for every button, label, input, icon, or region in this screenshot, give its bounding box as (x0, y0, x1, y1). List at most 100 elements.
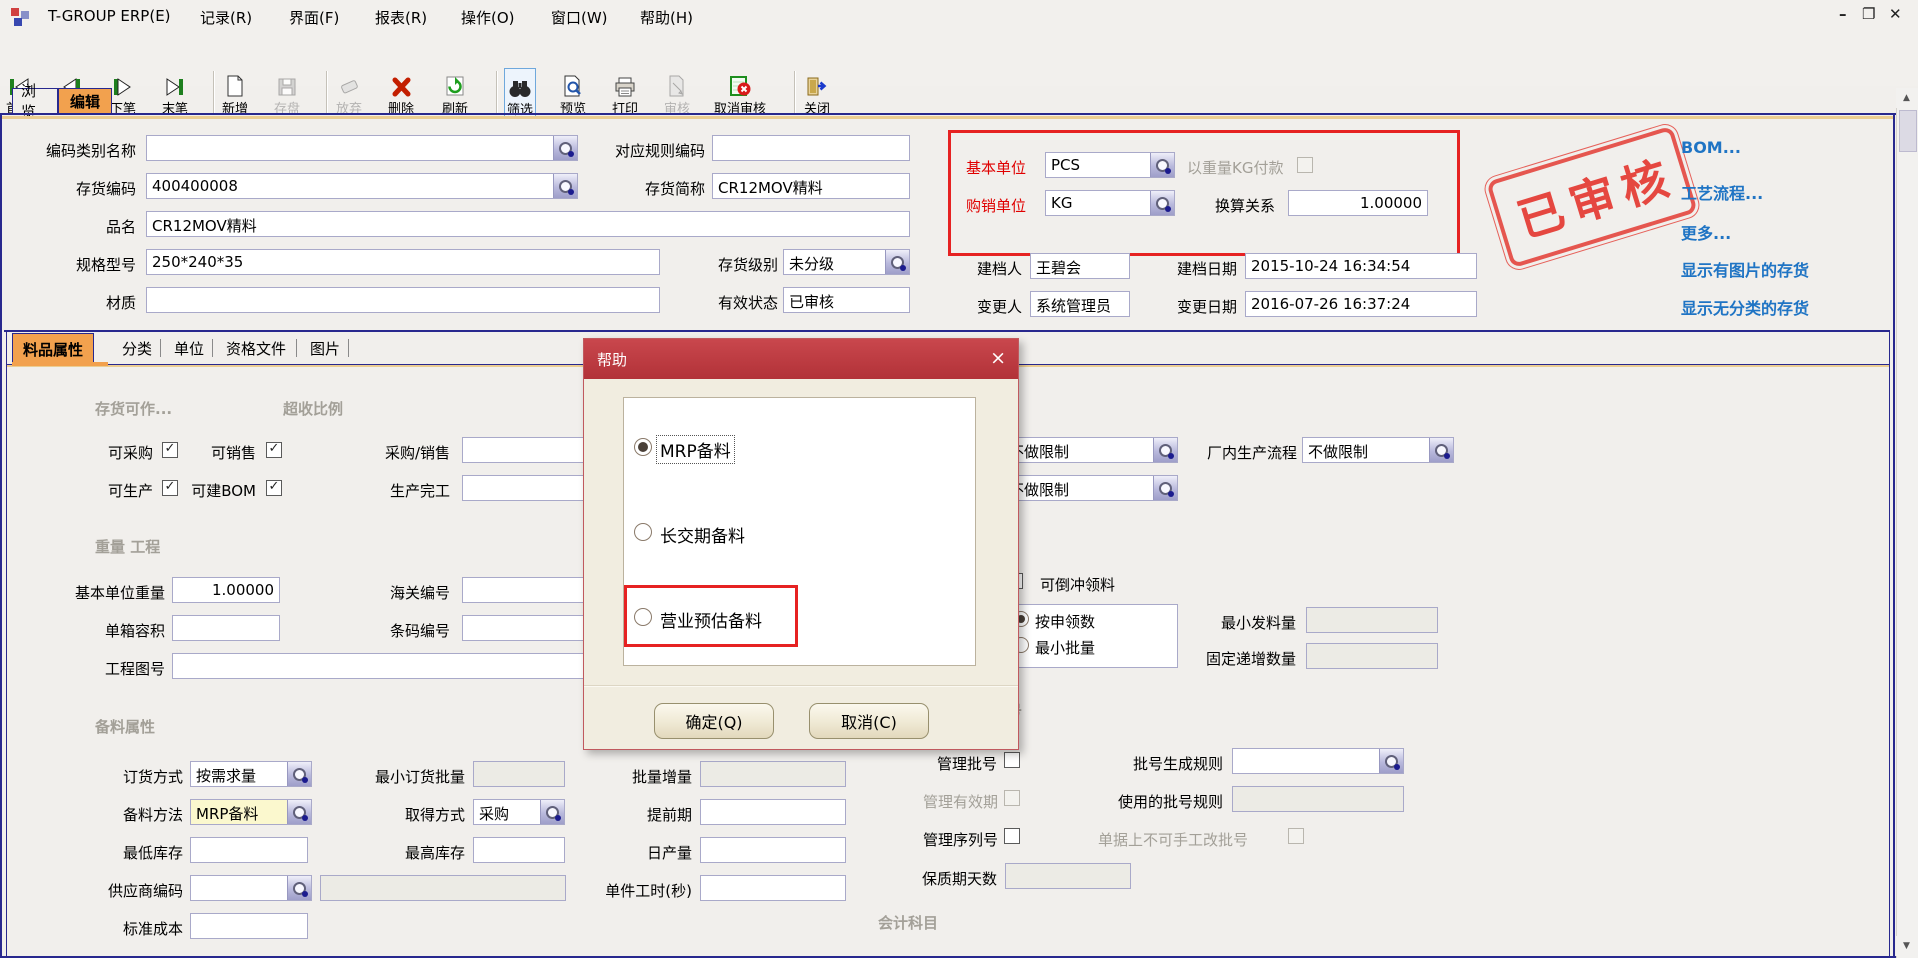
lookup-button[interactable] (287, 800, 311, 824)
producible-checkbox[interactable] (162, 480, 178, 496)
lookup-button[interactable] (553, 136, 577, 160)
unit-hours-field[interactable] (700, 875, 846, 901)
lookup-button[interactable] (553, 174, 577, 198)
dialog-close-icon[interactable]: × (990, 347, 1006, 369)
toolbar-cancel-audit-button[interactable]: 取消审核 (712, 68, 768, 117)
prep-method-field[interactable]: MRP备料 (190, 799, 312, 825)
toolbar-delete-button[interactable]: 删除 (386, 68, 416, 117)
acquire-mode-field[interactable]: 采购 (473, 799, 565, 825)
box-volume-field[interactable] (172, 615, 280, 641)
manage-serial-checkbox[interactable] (1004, 828, 1020, 844)
batch-rule-label: 批号生成规则 (1116, 753, 1223, 774)
vertical-scrollbar[interactable] (1896, 88, 1918, 958)
item-name-field[interactable]: CR12MOV精料 (146, 211, 910, 237)
can-bom-checkbox[interactable] (266, 480, 282, 496)
minimize-button[interactable]: – (1839, 5, 1847, 23)
dialog-title-bar[interactable]: 帮助 (584, 339, 1018, 379)
max-stock-field[interactable] (473, 837, 565, 863)
subtab-item-attributes[interactable]: 料品属性 (12, 333, 94, 364)
item-level-field[interactable]: 未分级 (783, 249, 910, 275)
menu-item-window[interactable]: 窗口(W) (551, 7, 608, 28)
lookup-button[interactable] (885, 250, 909, 274)
subtab-unit[interactable]: 单位 (164, 333, 214, 364)
toolbar-filter-button[interactable]: 筛选 (504, 68, 536, 119)
link-show-with-image[interactable]: 显示有图片的存货 (1681, 257, 1809, 281)
lookup-button[interactable] (287, 762, 311, 786)
link-process-flow[interactable]: 工艺流程... (1681, 180, 1763, 204)
menu-item-app[interactable]: T-GROUP ERP(E) (48, 7, 171, 25)
min-stock-field[interactable] (190, 837, 308, 863)
toolbar-new-button[interactable]: 新增 (220, 68, 250, 117)
code-category-field[interactable] (146, 135, 578, 161)
subtab-image[interactable]: 图片 (300, 333, 350, 364)
menu-item-record[interactable]: 记录(R) (200, 7, 252, 28)
material-field[interactable] (146, 287, 660, 313)
trade-unit-field[interactable]: KG (1045, 190, 1175, 216)
lead-time-field[interactable] (700, 799, 846, 825)
menu-item-ui[interactable]: 界面(F) (289, 7, 339, 28)
conversion-field[interactable]: 1.00000 (1288, 190, 1428, 216)
lookup-button[interactable] (1153, 438, 1177, 462)
lookup-button[interactable] (1150, 153, 1174, 177)
supplier-code-field[interactable] (190, 875, 312, 901)
option-long-lead-label[interactable]: 长交期备料 (660, 522, 745, 547)
scroll-up-button[interactable]: ▲ (1896, 88, 1917, 108)
toolbar-preview-button[interactable]: 预览 (558, 68, 588, 117)
spec-field[interactable]: 250*240*35 (146, 249, 660, 275)
limit1-field[interactable]: 不做限制 (1003, 437, 1178, 463)
base-unit-field[interactable]: PCS (1045, 152, 1175, 178)
menu-item-action[interactable]: 操作(O) (461, 7, 515, 28)
customs-code-field[interactable] (462, 577, 585, 603)
tab-edit[interactable]: 编辑 (58, 88, 112, 113)
subtab-qualification[interactable]: 资格文件 (216, 333, 296, 364)
dialog-cancel-button[interactable]: 取消(C) (809, 703, 929, 739)
order-mode-field[interactable]: 按需求量 (190, 761, 312, 787)
purchasable-checkbox[interactable] (162, 442, 178, 458)
link-bom[interactable]: BOM... (1681, 138, 1741, 157)
item-abbr-field[interactable]: CR12MOV精料 (712, 173, 910, 199)
toolbar-print-button[interactable]: 打印 (610, 68, 640, 117)
dialog-title: 帮助 (597, 349, 627, 370)
std-cost-field[interactable] (190, 913, 308, 939)
drawing-no-field[interactable] (172, 653, 585, 679)
lookup-button[interactable] (1429, 438, 1453, 462)
daily-output-field[interactable] (700, 837, 846, 863)
toolbar-refresh-button[interactable]: 刷新 (440, 68, 470, 117)
option-long-lead-radio[interactable] (634, 523, 652, 541)
link-more[interactable]: 更多... (1681, 220, 1731, 244)
rule-code-field[interactable] (712, 135, 910, 161)
scrollbar-thumb[interactable] (1899, 110, 1917, 152)
tab-browse[interactable]: 浏览 (12, 88, 58, 113)
lookup-button[interactable] (540, 800, 564, 824)
item-code-field[interactable]: 400400008 (146, 173, 578, 199)
sellable-checkbox[interactable] (266, 442, 282, 458)
manage-batch-checkbox[interactable] (1004, 752, 1020, 768)
lookup-button[interactable] (1153, 476, 1177, 500)
sellable-label: 可销售 (198, 442, 256, 463)
option-mrp-label[interactable]: MRP备料 (656, 435, 735, 464)
toolbar-close-button[interactable]: 关闭 (802, 68, 832, 117)
lookup-button[interactable] (287, 876, 311, 900)
option-mrp-radio[interactable] (634, 438, 652, 456)
toolbar-next-button[interactable]: 下笔 (108, 68, 138, 117)
scroll-down-button[interactable]: ▼ (1896, 936, 1917, 956)
base-unit-weight-field[interactable]: 1.00000 (172, 577, 280, 603)
link-show-unclassified[interactable]: 显示无分类的存货 (1681, 295, 1809, 319)
dialog-ok-button[interactable]: 确定(Q) (654, 703, 774, 739)
restore-button[interactable]: ❐ (1862, 5, 1875, 23)
subtab-category[interactable]: 分类 (112, 333, 162, 364)
dialog-footer-separator (584, 685, 1018, 686)
prod-finish-field[interactable] (462, 475, 585, 501)
menu-item-report[interactable]: 报表(R) (375, 7, 427, 28)
purchase-sale-field[interactable] (462, 437, 585, 463)
limit2-field[interactable]: 不做限制 (1003, 475, 1178, 501)
close-button[interactable]: ✕ (1889, 5, 1902, 23)
lookup-button[interactable] (1150, 191, 1174, 215)
factory-flow-field[interactable]: 不做限制 (1302, 437, 1454, 463)
panel-top-border (0, 113, 1918, 115)
menu-item-help[interactable]: 帮助(H) (640, 7, 693, 28)
batch-rule-field[interactable] (1232, 748, 1404, 774)
lookup-button[interactable] (1379, 749, 1403, 773)
barcode-field[interactable] (462, 615, 585, 641)
toolbar-last-button[interactable]: 末笔 (160, 68, 190, 117)
